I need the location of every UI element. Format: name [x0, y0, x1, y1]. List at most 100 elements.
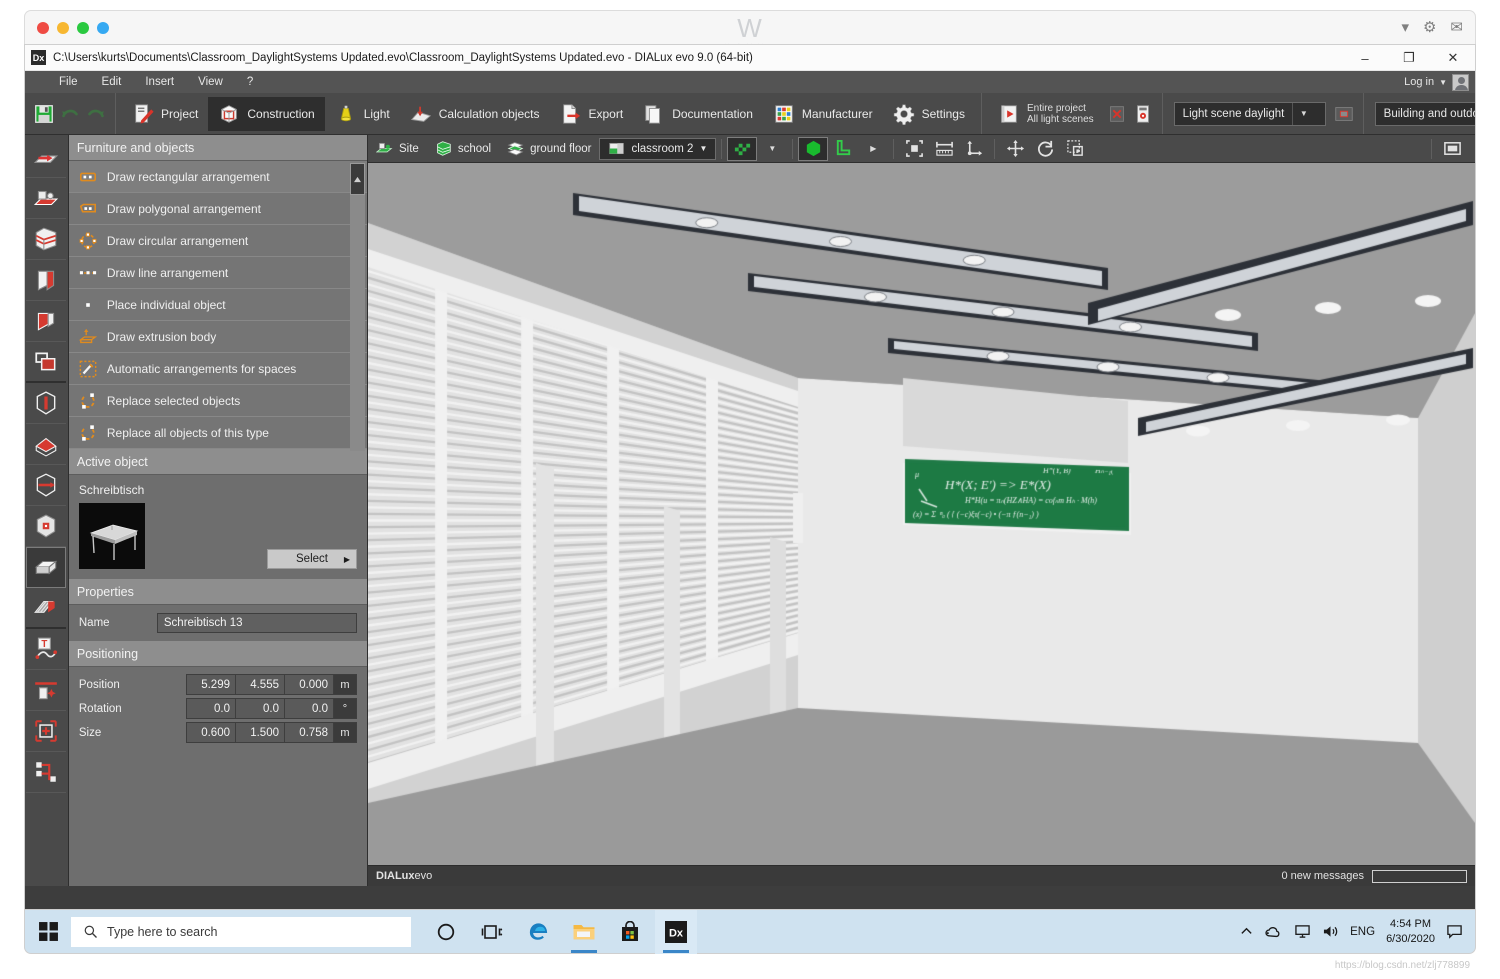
name-field[interactable]: Schreibtisch 13 — [157, 613, 357, 633]
clock[interactable]: 4:54 PM 6/30/2020 — [1386, 917, 1435, 947]
position-x-field[interactable]: 5.299 — [187, 675, 236, 694]
terrain-icon[interactable] — [26, 178, 66, 219]
chevron-down-icon[interactable]: ▼ — [699, 144, 707, 153]
furniture-icon[interactable] — [26, 547, 66, 588]
save-button[interactable] — [31, 101, 57, 127]
position-y-field[interactable]: 4.555 — [236, 675, 285, 694]
mail-icon[interactable]: ✉ — [1450, 20, 1463, 35]
breadcrumb-site[interactable]: Site — [368, 138, 427, 160]
window-controls[interactable] — [37, 22, 109, 34]
light-scene-select[interactable]: Light scene daylight ▼ — [1174, 102, 1326, 126]
maximize-button[interactable]: ❐ — [1387, 45, 1431, 71]
breadcrumb-ground-floor[interactable]: ground floor — [499, 138, 599, 160]
fullscreen-icon[interactable] — [1437, 137, 1467, 161]
select-button[interactable]: Select ▶ — [267, 549, 357, 569]
network-icon[interactable] — [1294, 924, 1311, 939]
list-item-place-individual-object[interactable]: Place individual object — [69, 289, 367, 321]
tab-manufacturer[interactable]: Manufacturer — [763, 97, 883, 131]
move-icon[interactable] — [1000, 137, 1030, 161]
rotation-x-field[interactable]: 0.0 — [187, 699, 236, 718]
menu-file[interactable]: File — [47, 71, 90, 93]
list-item-line-arrangement[interactable]: Draw line arrangement — [69, 257, 367, 289]
extra-dot[interactable] — [97, 22, 109, 34]
wireframe-view-icon[interactable] — [828, 137, 858, 161]
list-item-polygonal-arrangement[interactable]: Draw polygonal arrangement — [69, 193, 367, 225]
tab-light[interactable]: Light — [325, 97, 400, 131]
menu-edit[interactable]: Edit — [90, 71, 134, 93]
measure-horizontal-icon[interactable] — [929, 137, 959, 161]
building-icon[interactable] — [26, 219, 66, 260]
gear-icon[interactable]: ⚙ — [1423, 20, 1436, 35]
list-item-circular-arrangement[interactable]: Draw circular arrangement — [69, 225, 367, 257]
ground-plane-icon[interactable] — [26, 137, 66, 178]
minimize-dot[interactable] — [57, 22, 69, 34]
volume-icon[interactable] — [1322, 924, 1339, 939]
wall-single-icon[interactable] — [26, 301, 66, 342]
fit-to-screen-icon[interactable] — [899, 137, 929, 161]
task-view-icon[interactable] — [471, 910, 513, 954]
tab-calculation-objects[interactable]: Calculation objects — [400, 97, 550, 131]
avatar[interactable] — [1452, 74, 1469, 91]
list-item-automatic-arrangements[interactable]: Automatic arrangements for spaces — [69, 353, 367, 385]
column-icon[interactable] — [26, 383, 66, 424]
breadcrumb-school[interactable]: school — [427, 138, 499, 160]
tab-project[interactable]: Project — [122, 97, 208, 131]
solid-view-icon[interactable] — [798, 137, 828, 161]
rotate-icon[interactable] — [1030, 137, 1060, 161]
view-mode-dropdown[interactable]: ▶ — [858, 137, 888, 161]
size-z-field[interactable]: 0.758 — [285, 723, 334, 742]
view-select[interactable]: Building and outdoor pla... ▼ — [1375, 102, 1476, 126]
rotation-y-field[interactable]: 0.0 — [236, 699, 285, 718]
minimize-button[interactable]: – — [1343, 45, 1387, 71]
menu-help[interactable]: ? — [235, 71, 265, 93]
scroll-thumb-up[interactable] — [350, 163, 365, 195]
viewport-canvas[interactable] — [368, 163, 1475, 865]
search-input[interactable]: Type here to search — [71, 917, 411, 947]
size-x-field[interactable]: 0.600 — [187, 723, 236, 742]
menu-insert[interactable]: Insert — [133, 71, 186, 93]
action-center-icon[interactable] — [1446, 924, 1463, 940]
delete-scene-button[interactable] — [1104, 101, 1130, 127]
nodes-icon[interactable] — [26, 752, 66, 793]
text-path-icon[interactable]: T — [26, 629, 66, 670]
redo-button[interactable] — [83, 101, 109, 127]
cortana-icon[interactable] — [425, 910, 467, 954]
wall-icon[interactable] — [26, 260, 66, 301]
dialux-evo-icon[interactable]: Dx — [655, 910, 697, 954]
tab-documentation[interactable]: Documentation — [633, 97, 763, 131]
maximize-dot[interactable] — [77, 22, 89, 34]
windows-start-icon[interactable] — [25, 910, 71, 954]
selection-mode-dropdown[interactable]: ▼ — [757, 137, 787, 161]
chevron-up-icon[interactable] — [1240, 925, 1253, 938]
rotation-z-field[interactable]: 0.0 — [285, 699, 334, 718]
language-indicator[interactable]: ENG — [1350, 926, 1375, 938]
edge-icon[interactable] — [26, 670, 66, 711]
position-z-field[interactable]: 0.000 — [285, 675, 334, 694]
menu-view[interactable]: View — [186, 71, 235, 93]
scene-settings-button[interactable] — [1130, 101, 1156, 127]
selection-mode-icon[interactable] — [727, 137, 757, 161]
roof-icon[interactable] — [26, 424, 66, 465]
list-item-rect-arrangement[interactable]: Draw rectangular arrangement — [69, 161, 367, 193]
viewport-3d[interactable] — [368, 163, 1475, 865]
onedrive-icon[interactable] — [1264, 925, 1283, 939]
light-scene-preview-button[interactable] — [1331, 101, 1357, 127]
chevron-down-icon[interactable]: ▾ — [1401, 20, 1409, 35]
size-y-field[interactable]: 1.500 — [236, 723, 285, 742]
list-item-replace-all[interactable]: Replace all objects of this type — [69, 417, 367, 449]
list-item-extrusion-body[interactable]: Draw extrusion body — [69, 321, 367, 353]
list-scrollbar[interactable] — [350, 163, 365, 451]
target-point-icon[interactable] — [26, 711, 66, 752]
undo-button[interactable] — [57, 101, 83, 127]
cube-object-icon[interactable] — [26, 506, 66, 547]
edge-browser-icon[interactable] — [517, 910, 559, 954]
login-control[interactable]: Log in ▼ — [1404, 74, 1475, 91]
breadcrumb-classroom-2[interactable]: classroom 2 ▼ — [599, 138, 716, 160]
tab-settings[interactable]: Settings — [883, 97, 975, 131]
ceiling-cut-icon[interactable] — [26, 465, 66, 506]
room-icon[interactable] — [26, 342, 66, 383]
file-explorer-icon[interactable] — [563, 910, 605, 954]
close-button[interactable]: ✕ — [1431, 45, 1475, 71]
microsoft-store-icon[interactable] — [609, 910, 651, 954]
list-item-replace-selected[interactable]: Replace selected objects — [69, 385, 367, 417]
